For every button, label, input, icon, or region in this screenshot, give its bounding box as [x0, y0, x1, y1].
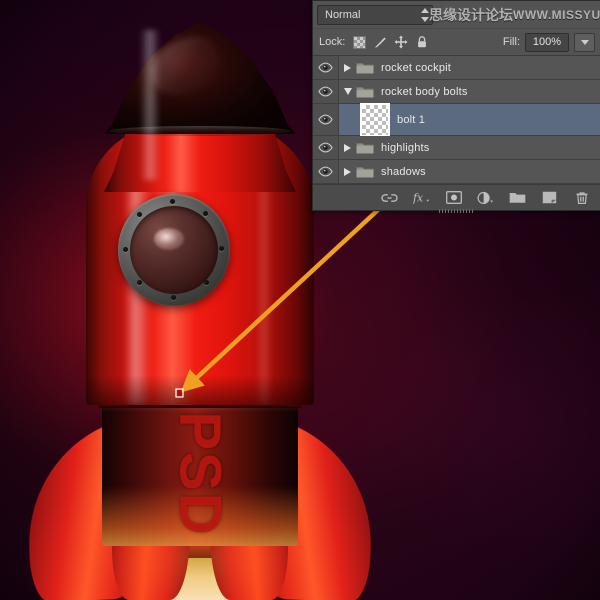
porthole-rivet [137, 212, 142, 217]
lock-transparent-pixels-icon[interactable] [352, 35, 366, 49]
folder-icon [356, 165, 374, 179]
link-layers-icon[interactable] [381, 189, 398, 206]
rocket-body-shadow [86, 375, 314, 405]
fill-dropdown-button[interactable] [574, 33, 595, 52]
layer-visibility-toggle[interactable] [313, 136, 339, 159]
layer-row-shadows[interactable]: shadows [313, 160, 600, 184]
rocket-lower-body: PSD [102, 396, 298, 546]
layer-name: highlights [381, 142, 429, 154]
layers-panel-footer: fx [313, 184, 600, 210]
layer-disclosure-toggle[interactable] [339, 144, 356, 152]
layer-visibility-toggle[interactable] [313, 160, 339, 183]
eye-icon [318, 142, 333, 153]
rocket-nose-shine [140, 30, 160, 180]
porthole-rivet [171, 295, 176, 300]
triangle-right-icon [344, 168, 351, 176]
layer-name: shadows [381, 166, 426, 178]
rocket-porthole [118, 194, 230, 306]
lock-fill-row: Lock: [313, 29, 600, 56]
lock-label: Lock: [319, 36, 345, 48]
eye-icon [318, 62, 333, 73]
add-layer-mask-icon[interactable] [445, 189, 462, 206]
porthole-rivet [170, 199, 175, 204]
layer-name: bolt 1 [397, 114, 425, 126]
layer-visibility-toggle[interactable] [313, 104, 339, 135]
new-group-folder-icon[interactable] [509, 189, 526, 206]
folder-icon [356, 141, 374, 155]
layer-disclosure-toggle[interactable] [339, 64, 356, 72]
porthole-rivet [219, 246, 224, 251]
layer-name: rocket cockpit [381, 62, 451, 74]
porthole-rivet [204, 280, 209, 285]
delete-layer-trash-icon[interactable] [573, 189, 590, 206]
layer-row-rocket-body-bolts[interactable]: rocket body bolts [313, 80, 600, 104]
triangle-right-icon [344, 144, 351, 152]
add-layer-style-fx-icon[interactable]: fx [413, 189, 430, 206]
layer-row-rocket-cockpit[interactable]: rocket cockpit [313, 56, 600, 80]
eye-icon [318, 114, 333, 125]
rocket-body-text: PSD [167, 411, 234, 536]
blend-mode-row: Normal 思缘设计论坛 WWW.MISSYUAN.COM [313, 1, 600, 29]
folder-icon [356, 61, 374, 75]
rocket-porthole-gloss [154, 228, 184, 250]
eye-icon [318, 86, 333, 97]
folder-open-icon [356, 85, 374, 99]
blend-mode-select[interactable]: Normal [317, 5, 433, 25]
svg-text:fx: fx [413, 191, 423, 204]
layer-disclosure-toggle[interactable] [339, 88, 356, 95]
layer-row-highlights[interactable]: highlights [313, 136, 600, 160]
porthole-rivet [203, 211, 208, 216]
triangle-up-icon [421, 8, 429, 13]
lock-image-pixels-icon[interactable] [373, 35, 387, 49]
fill-label: Fill: [503, 36, 520, 48]
porthole-rivet [137, 280, 142, 285]
blend-mode-stepper[interactable] [420, 8, 429, 22]
screenshot-root: PSD [0, 0, 600, 600]
blend-mode-value: Normal [325, 9, 360, 21]
layer-thumbnail-cell[interactable] [353, 103, 397, 137]
new-adjustment-layer-icon[interactable] [477, 189, 494, 206]
fill-value-input[interactable]: 100% [525, 33, 569, 52]
triangle-down-icon [421, 17, 429, 22]
porthole-rivet [123, 247, 128, 252]
layer-visibility-toggle[interactable] [313, 56, 339, 79]
lock-position-move-icon[interactable] [394, 35, 408, 49]
new-layer-icon[interactable] [541, 189, 558, 206]
caret-down-icon [581, 40, 589, 45]
layer-row-bolt-1[interactable]: bolt 1 [313, 104, 600, 136]
fill-group: Fill: 100% [503, 33, 595, 52]
panel-resize-grip[interactable] [439, 209, 475, 213]
watermark-chinese-text: 思缘设计论坛 [429, 5, 513, 25]
eye-icon [318, 166, 333, 177]
watermark: 思缘设计论坛 WWW.MISSYUAN.COM [429, 3, 600, 26]
triangle-right-icon [344, 64, 351, 72]
layer-thumbnail-transparent [360, 103, 390, 137]
layer-visibility-toggle[interactable] [313, 80, 339, 103]
layer-disclosure-toggle[interactable] [339, 168, 356, 176]
layer-list: rocket cockpit rocket [313, 56, 600, 184]
layers-panel[interactable]: Normal 思缘设计论坛 WWW.MISSYUAN.COM Lock: [312, 0, 600, 211]
layer-name: rocket body bolts [381, 86, 468, 98]
rocket-nose-seam [110, 126, 290, 136]
triangle-down-icon [344, 88, 352, 95]
watermark-url-text: WWW.MISSYUAN.COM [513, 8, 600, 22]
lock-all-padlock-icon[interactable] [415, 35, 429, 49]
